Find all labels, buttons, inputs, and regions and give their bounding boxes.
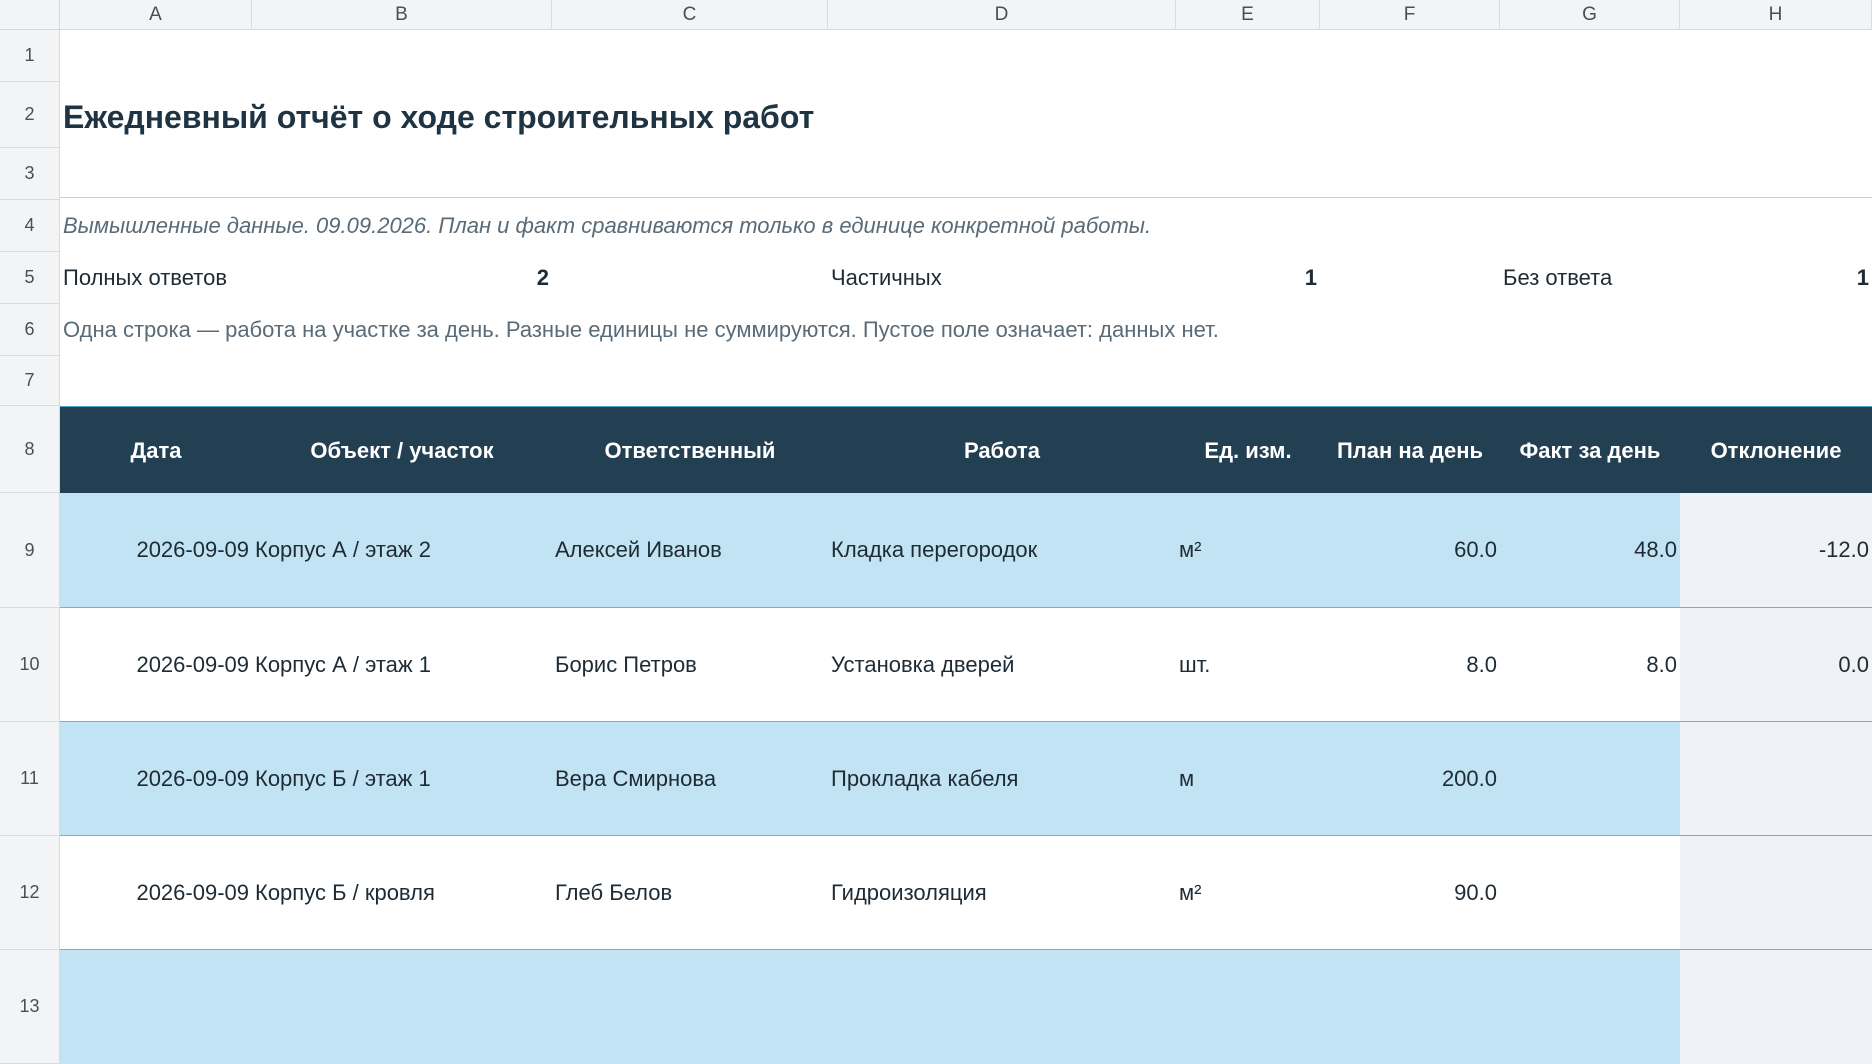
cell-date[interactable]: 2026-09-09 <box>60 836 249 949</box>
header-unit[interactable]: Ед. изм. <box>1176 407 1320 494</box>
spreadsheet: A B C D E F G H 1 2 3 4 5 6 7 8 9 10 11 … <box>0 0 1872 1064</box>
cell-plan[interactable]: 90.0 <box>1320 836 1497 949</box>
cell-fact[interactable] <box>1500 836 1677 949</box>
cell-object[interactable]: Корпус А / этаж 2 <box>255 493 552 607</box>
table-row: 2026-09-09 Корпус А / этаж 1 Борис Петро… <box>60 608 1872 722</box>
row-header-12[interactable]: 12 <box>0 836 60 950</box>
cell-responsible[interactable]: Алексей Иванов <box>555 493 828 607</box>
column-header-g[interactable]: G <box>1500 0 1680 30</box>
header-fact[interactable]: Факт за день <box>1500 407 1680 494</box>
header-deviation[interactable]: Отклонение <box>1680 407 1872 494</box>
cell-fact[interactable]: 48.0 <box>1500 493 1677 607</box>
deviation-column-fill <box>1680 950 1872 1064</box>
cell-date[interactable]: 2026-09-09 <box>60 493 249 607</box>
row-header-11[interactable]: 11 <box>0 722 60 836</box>
cell-plan[interactable]: 60.0 <box>1320 493 1497 607</box>
cell-object[interactable]: Корпус Б / кровля <box>255 836 552 949</box>
cell-plan[interactable]: 8.0 <box>1320 608 1497 721</box>
column-header-e[interactable]: E <box>1176 0 1320 30</box>
cell-object[interactable]: Корпус Б / этаж 1 <box>255 722 552 835</box>
select-all-corner[interactable] <box>0 0 60 30</box>
column-header-a[interactable]: A <box>60 0 252 30</box>
row-header-10[interactable]: 10 <box>0 608 60 722</box>
row-header-1[interactable]: 1 <box>0 30 60 82</box>
cell-responsible[interactable]: Вера Смирнова <box>555 722 828 835</box>
cell-date[interactable]: 2026-09-09 <box>60 608 249 721</box>
stat-none-value[interactable]: 1 <box>1680 260 1869 296</box>
title-divider <box>60 197 1872 198</box>
row-header-4[interactable]: 4 <box>0 200 60 252</box>
cell-unit[interactable]: шт. <box>1179 608 1320 721</box>
stat-none-label[interactable]: Без ответа <box>1503 260 1612 296</box>
row-header-2[interactable]: 2 <box>0 82 60 148</box>
cell-work[interactable]: Кладка перегородок <box>831 493 1176 607</box>
cell-deviation[interactable] <box>1680 722 1869 835</box>
table-row: 2026-09-09 Корпус Б / этаж 1 Вера Смирно… <box>60 722 1872 836</box>
column-header-c[interactable]: C <box>552 0 828 30</box>
cell-fact[interactable] <box>1500 722 1677 835</box>
column-header-f[interactable]: F <box>1320 0 1500 30</box>
row-header-3[interactable]: 3 <box>0 148 60 200</box>
cell-unit[interactable]: м² <box>1179 493 1320 607</box>
report-title[interactable]: Ежедневный отчёт о ходе строительных раб… <box>63 82 814 152</box>
table-row: 2026-09-09 Корпус Б / кровля Глеб Белов … <box>60 836 1872 950</box>
info-note[interactable]: Одна строка — работа на участке за день.… <box>63 312 1219 348</box>
cell-plan[interactable]: 200.0 <box>1320 722 1497 835</box>
cell-work[interactable]: Установка дверей <box>831 608 1176 721</box>
table-row-empty[interactable] <box>60 950 1872 1064</box>
disclaimer-note[interactable]: Вымышленные данные. 09.09.2026. План и ф… <box>63 208 1151 244</box>
cell-deviation[interactable]: -12.0 <box>1680 493 1869 607</box>
column-header-b[interactable]: B <box>252 0 552 30</box>
row-header-7[interactable]: 7 <box>0 356 60 406</box>
header-work[interactable]: Работа <box>828 407 1176 494</box>
cell-date[interactable]: 2026-09-09 <box>60 722 249 835</box>
column-header-d[interactable]: D <box>828 0 1176 30</box>
row-header-13[interactable]: 13 <box>0 950 60 1064</box>
cell-object[interactable]: Корпус А / этаж 1 <box>255 608 552 721</box>
column-header-h[interactable]: H <box>1680 0 1872 30</box>
table-row: 2026-09-09 Корпус А / этаж 2 Алексей Ива… <box>60 493 1872 608</box>
stat-full-label[interactable]: Полных ответов <box>63 260 227 296</box>
stat-partial-label[interactable]: Частичных <box>831 260 942 296</box>
header-responsible[interactable]: Ответственный <box>552 407 828 494</box>
row-header-5[interactable]: 5 <box>0 252 60 304</box>
cell-deviation[interactable]: 0.0 <box>1680 608 1869 721</box>
row-header-9[interactable]: 9 <box>0 493 60 608</box>
header-object[interactable]: Объект / участок <box>252 407 552 494</box>
header-plan[interactable]: План на день <box>1320 407 1500 494</box>
stat-full-value[interactable]: 2 <box>252 260 549 296</box>
cell-unit[interactable]: м² <box>1179 836 1320 949</box>
cell-fact[interactable]: 8.0 <box>1500 608 1677 721</box>
header-date[interactable]: Дата <box>60 407 252 494</box>
table-header-row: Дата Объект / участок Ответственный Рабо… <box>60 406 1872 493</box>
cell-work[interactable]: Прокладка кабеля <box>831 722 1176 835</box>
cell-deviation[interactable] <box>1680 836 1869 949</box>
cell-unit[interactable]: м <box>1179 722 1320 835</box>
cell-work[interactable]: Гидроизоляция <box>831 836 1176 949</box>
cell-responsible[interactable]: Глеб Белов <box>555 836 828 949</box>
stat-partial-value[interactable]: 1 <box>1176 260 1317 296</box>
cell-responsible[interactable]: Борис Петров <box>555 608 828 721</box>
row-header-6[interactable]: 6 <box>0 304 60 356</box>
row-header-8[interactable]: 8 <box>0 406 60 493</box>
